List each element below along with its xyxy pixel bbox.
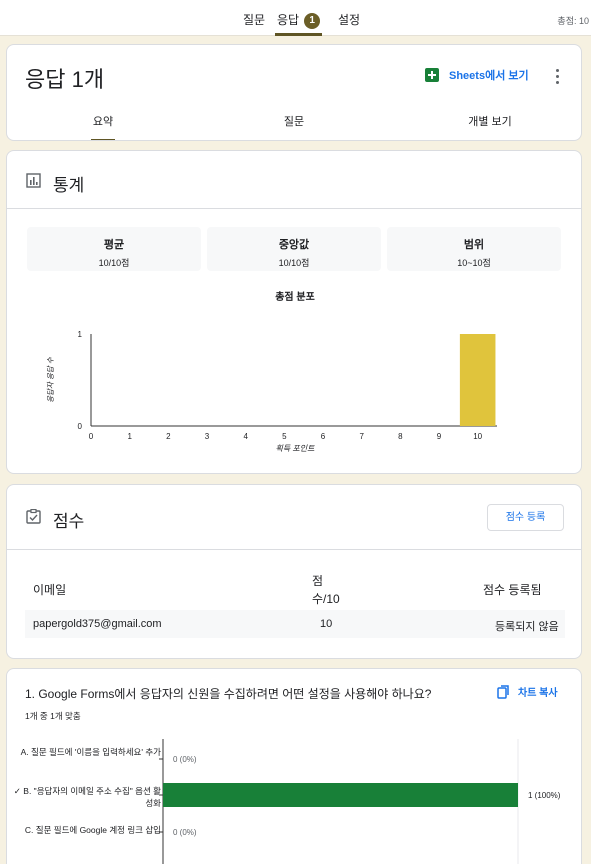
subtab-individual[interactable]: 개별 보기: [465, 115, 515, 140]
table-row: papergold375@gmail.com 10 등록되지 않음: [25, 610, 565, 638]
row-email: papergold375@gmail.com: [33, 618, 162, 630]
more-options-button[interactable]: [551, 65, 565, 87]
x-tick-label: 7: [359, 432, 364, 441]
stat-range: 범위 10~10점: [387, 227, 561, 271]
view-in-sheets-button[interactable]: Sheets에서 보기: [425, 67, 529, 89]
x-tick-label: 6: [321, 432, 326, 441]
y-tick-label: 1: [78, 330, 83, 339]
question-1-card: 1. Google Forms에서 응답자의 신원을 수집하려면 어떤 설정을 …: [6, 668, 582, 864]
x-tick-label: 8: [398, 432, 403, 441]
assignment-check-icon: [26, 509, 41, 524]
x-tick-label: 1: [127, 432, 132, 441]
total-points: 총점: 10: [557, 16, 589, 26]
scores-title: 점수: [53, 512, 85, 531]
page-title: 응답 1개: [25, 67, 105, 92]
row-score: 10: [320, 618, 333, 630]
answer-distribution-chart: 0 (0%) 1 (100%) 0 (0%): [159, 739, 561, 864]
x-tick-label: 2: [166, 432, 171, 441]
bar-value-label: 1 (100%): [528, 791, 561, 800]
histogram-bar: [459, 334, 496, 426]
x-tick-label: 4: [243, 432, 248, 441]
tab-settings[interactable]: 설정: [338, 0, 360, 36]
score-distribution-chart: 총점 분포010 1 2 3 4 5 6 7 8 9 10획득 포인트응답자 응답 수: [46, 290, 497, 453]
stats-title: 통계: [53, 176, 85, 195]
more-vert-icon: [556, 69, 559, 72]
subtab-summary[interactable]: 요약: [91, 115, 115, 140]
x-tick-label: 10: [473, 432, 482, 441]
chart-title: 총점 분포: [275, 290, 315, 303]
top-bar: 질문 응답 1 설정 총점: 10: [0, 0, 591, 36]
stat-mean: 평균 10/10점: [27, 227, 201, 271]
tab-responses[interactable]: 응답 1: [275, 0, 323, 36]
row-status: 등록되지 않음: [495, 621, 559, 633]
y-tick-label: 0: [78, 422, 83, 431]
answer-bar: [163, 783, 518, 807]
column-score: 점 수/10: [312, 574, 340, 606]
x-tick-label: 9: [437, 432, 442, 441]
column-email: 이메일: [33, 583, 67, 597]
statistics-card: 통계 평균 10/10점 중앙값 10/10점 범위 10~10점 총점 분포 0…: [6, 150, 582, 474]
tab-questions[interactable]: 질문: [243, 0, 265, 36]
bar-value-label: 0 (0%): [173, 755, 197, 764]
x-tick-label: 0: [89, 432, 94, 441]
response-count-badge: 1: [304, 13, 321, 29]
sheets-icon: [425, 68, 439, 82]
subtab-question[interactable]: 질문: [282, 115, 306, 140]
x-axis-label: 획득 포인트: [275, 444, 315, 453]
column-registered: 점수 등록됨: [483, 583, 542, 597]
y-axis-label: 응답자 응답 수: [46, 356, 55, 403]
register-scores-button[interactable]: 점수 등록: [487, 504, 564, 531]
x-tick-label: 5: [282, 432, 287, 441]
bar-value-label: 0 (0%): [173, 828, 197, 837]
bar-chart-icon: [26, 173, 41, 188]
stat-median: 중앙값 10/10점: [207, 227, 381, 271]
scores-card: 점수 점수 등록 이메일 점 수/10 점수 등록됨 papergold375@…: [6, 484, 582, 659]
x-tick-label: 3: [205, 432, 210, 441]
responses-header-card: 응답 1개 Sheets에서 보기 요약 질문 개별 보기: [6, 44, 582, 141]
